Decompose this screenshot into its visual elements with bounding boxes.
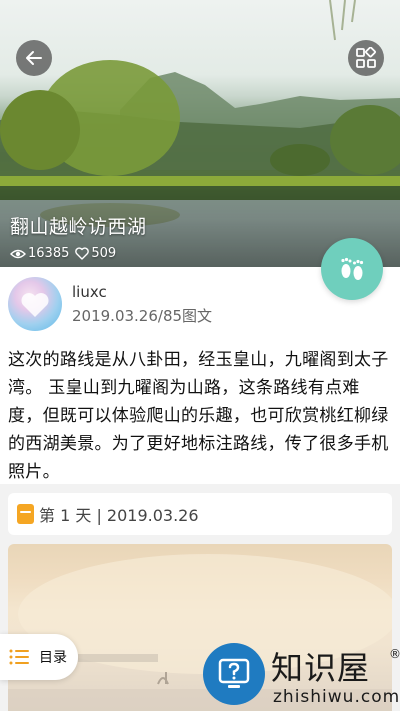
watermark-url: zhishiwu.com	[273, 687, 400, 707]
day-label: 第 1 天 | 2019.03.26	[39, 506, 199, 525]
back-button[interactable]	[16, 40, 52, 76]
author-meta: 2019.03.26/85图文	[72, 307, 213, 325]
grid-icon	[356, 47, 376, 68]
arrow-left-icon	[26, 51, 42, 65]
day-header[interactable]: 第 1 天 | 2019.03.26	[8, 493, 392, 535]
views-stat: 16385	[10, 246, 69, 261]
watermark-reg: ®	[389, 647, 400, 661]
likes-count: 509	[91, 246, 117, 261]
day-badge-icon	[17, 504, 34, 524]
toc-button[interactable]: 目录	[0, 634, 78, 680]
avatar[interactable]	[8, 277, 62, 331]
question-monitor-icon	[218, 658, 250, 688]
eye-icon	[10, 249, 26, 258]
heart-icon	[75, 247, 90, 260]
avatar-heart-icon	[21, 293, 49, 317]
watermark-title: 知识屋	[271, 649, 371, 687]
likes-stat: 509	[75, 246, 116, 261]
author-name[interactable]: liuxc	[72, 283, 107, 301]
watermark-logo	[203, 643, 265, 705]
page-title: 翻山越岭访西湖	[10, 216, 147, 238]
grid-menu-button[interactable]	[348, 40, 384, 76]
list-icon	[9, 649, 29, 665]
toc-label: 目录	[39, 650, 67, 666]
trip-description: 这次的路线是从八卦田，经玉皇山，九曜阁到太子湾。 玉皇山到九曜阁为山路，这条路线…	[0, 342, 400, 484]
watermark: 知识屋 ® zhishiwu.com	[203, 643, 400, 711]
footprints-icon	[341, 257, 364, 280]
hero-stats: 16385 509	[10, 246, 116, 261]
views-count: 16385	[28, 246, 70, 261]
footprints-button[interactable]	[321, 238, 383, 300]
